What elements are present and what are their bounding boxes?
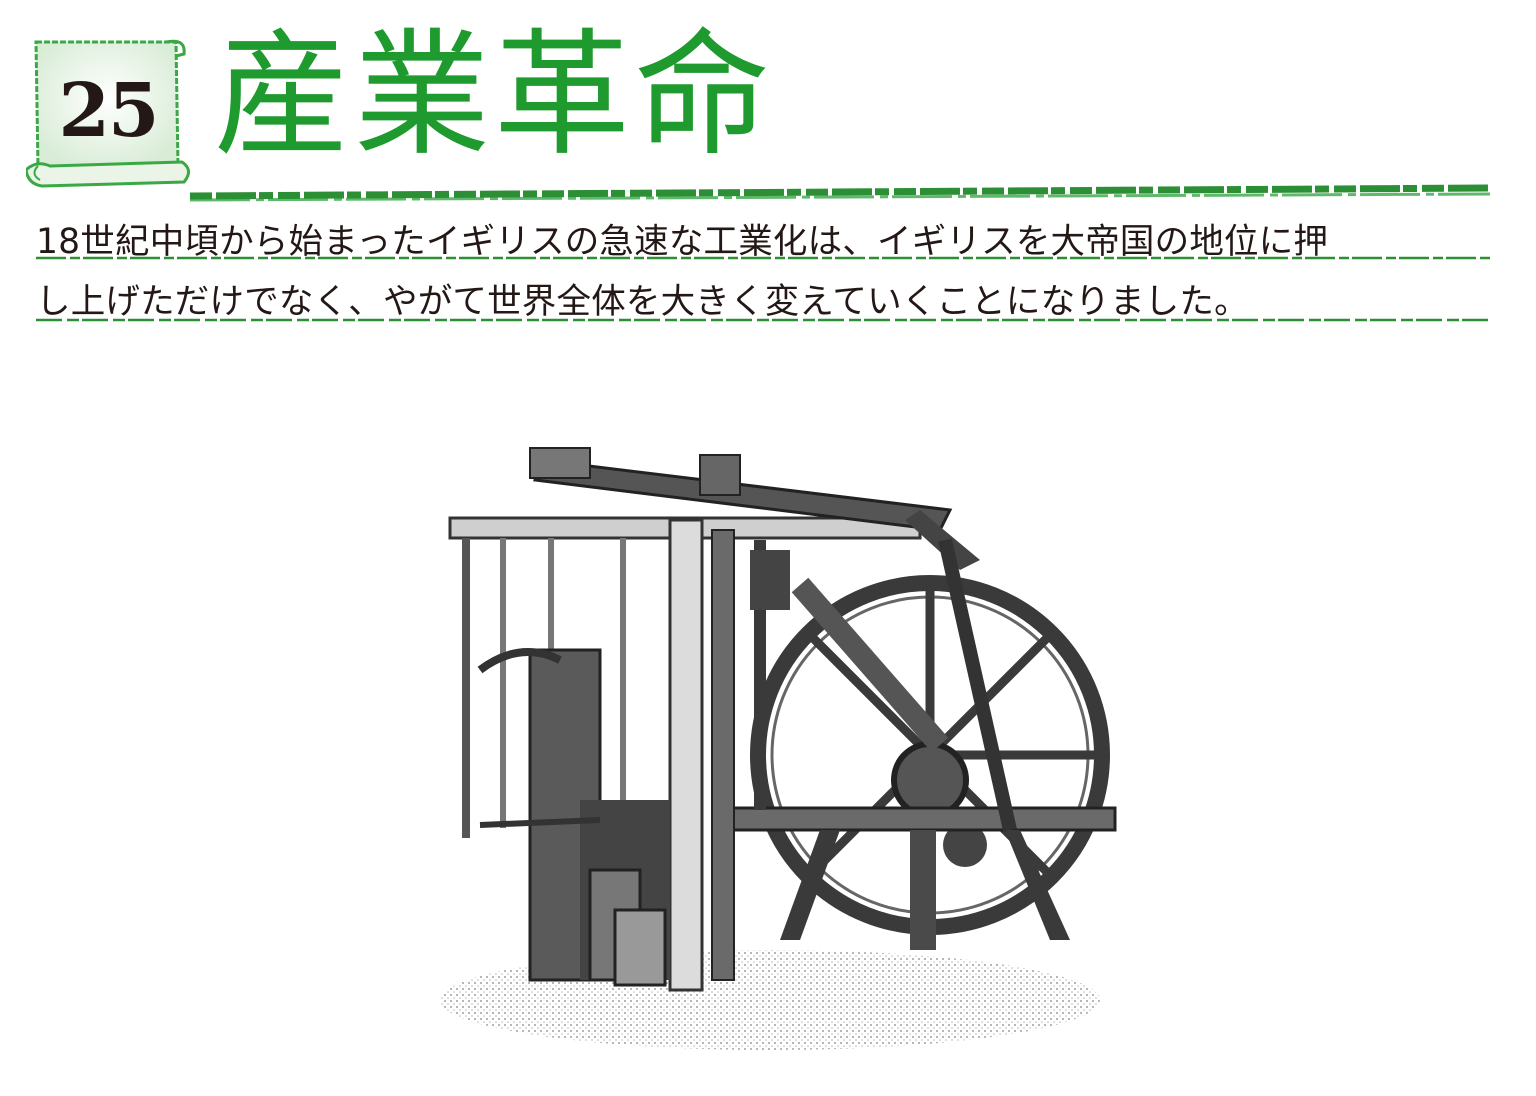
steam-engine-illustration <box>440 447 1117 1050</box>
intro-paragraph: 18世紀中頃から始まったイギリスの急速な工業化は、イギリスを大帝国の地位に押 し… <box>36 212 1506 332</box>
intro-line: し上げただけでなく、やがて世界全体を大きく変えていくことになりました。 <box>36 282 1249 322</box>
intro-line: 18世紀中頃から始まったイギリスの急速な工業化は、イギリスを大帝国の地位に押 <box>36 222 1329 262</box>
